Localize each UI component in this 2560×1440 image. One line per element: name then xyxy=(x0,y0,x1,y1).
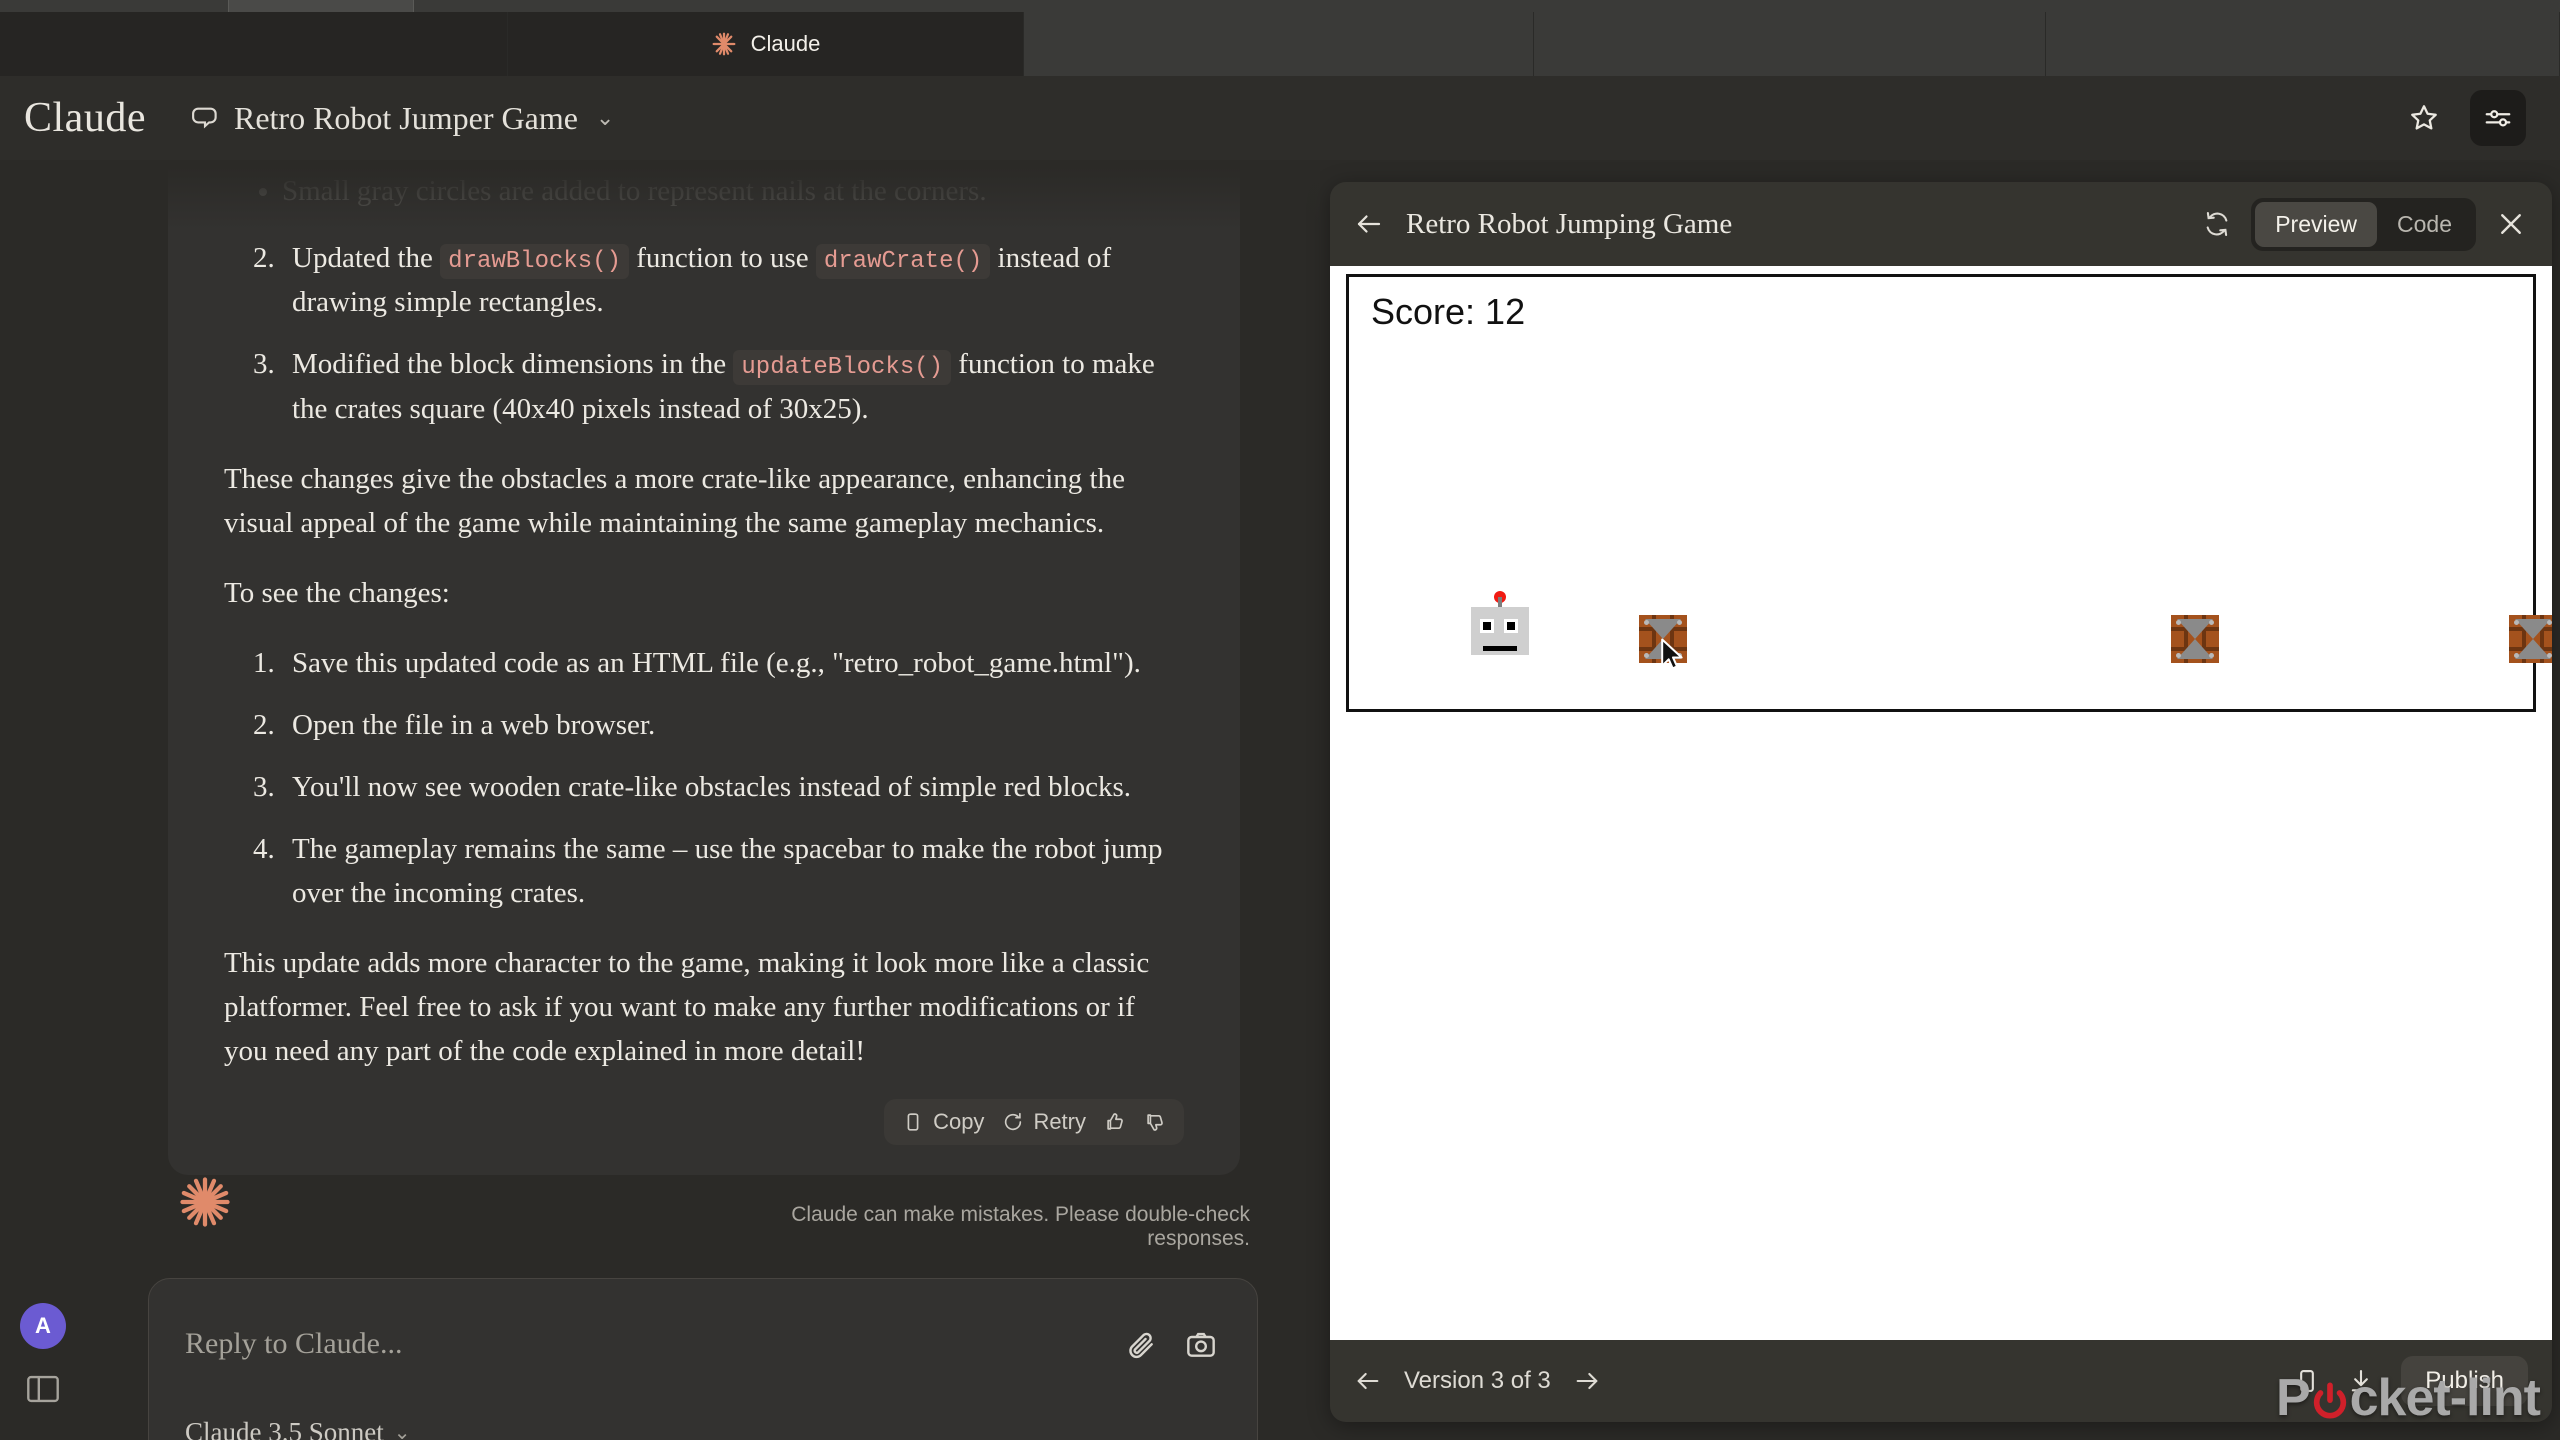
avatar[interactable]: A xyxy=(20,1303,66,1349)
mouse-cursor xyxy=(1660,638,1686,672)
list-item: Save this updated code as an HTML file (… xyxy=(282,641,1184,685)
clipboard-icon xyxy=(902,1111,924,1133)
artifact-panel: Retro Robot Jumping Game Preview Code Sc… xyxy=(1330,182,2552,1422)
browser-tab-1[interactable] xyxy=(0,12,508,76)
conversation-title-menu[interactable]: Retro Robot Jumper Game ⌄ xyxy=(190,100,614,137)
artifact-header-actions: Preview Code xyxy=(2203,197,2526,251)
close-icon[interactable] xyxy=(2496,209,2526,239)
crate-obstacle xyxy=(2171,615,2219,663)
chat-bubble-icon xyxy=(190,103,220,133)
arrow-right-icon[interactable] xyxy=(1573,1367,1601,1395)
model-name: Claude 3.5 Sonnet xyxy=(185,1417,384,1440)
inline-code: drawBlocks() xyxy=(440,243,629,279)
watermark-part2: cket-lint xyxy=(2349,1369,2541,1427)
artifact-preview-body: Score: 12 xyxy=(1330,266,2552,1340)
list-item: Modified the block dimensions in the upd… xyxy=(282,342,1184,431)
retry-label: Retry xyxy=(1033,1109,1086,1135)
chevron-down-icon: ⌄ xyxy=(393,1422,411,1440)
power-symbol-icon xyxy=(2310,1375,2350,1421)
arrow-left-icon[interactable] xyxy=(1354,1367,1382,1395)
browser-tab-claude-label: Claude xyxy=(750,31,821,56)
score-label: Score: 12 xyxy=(1371,291,1526,332)
view-mode-toggle: Preview Code xyxy=(2251,197,2476,251)
robot-eye-right xyxy=(1504,619,1518,633)
list-item: The gameplay remains the same – use the … xyxy=(282,827,1184,915)
tab-code[interactable]: Code xyxy=(2377,202,2472,247)
sliders-icon[interactable] xyxy=(2470,90,2526,146)
item-mid-text: function to use xyxy=(629,241,816,274)
inline-code: updateBlocks() xyxy=(733,350,952,386)
model-selector[interactable]: Claude 3.5 Sonnet ⌄ xyxy=(185,1417,411,1440)
artifact-header: Retro Robot Jumping Game Preview Code xyxy=(1330,182,2552,266)
version-label: Version 3 of 3 xyxy=(1404,1367,1551,1394)
chevron-down-icon: ⌄ xyxy=(595,105,615,130)
assistant-message-card: Small gray circles are added to represen… xyxy=(168,160,1240,1176)
thumbs-up-icon[interactable] xyxy=(1104,1111,1126,1133)
browser-tab-5[interactable] xyxy=(2046,12,2560,76)
robot-mouth xyxy=(1483,646,1517,651)
pocketlint-watermark: P cket-lint xyxy=(2275,1368,2541,1428)
claude-wordmark: Claude xyxy=(24,95,146,141)
crate-obstacle xyxy=(2509,615,2552,663)
conversation-title-text: Retro Robot Jumper Game xyxy=(233,99,578,136)
browser-tab-3[interactable] xyxy=(1024,12,1534,76)
back-arrow-icon[interactable] xyxy=(1354,209,1384,239)
tab-preview[interactable]: Preview xyxy=(2255,201,2378,247)
faded-bullet-item: Small gray circles are added to represen… xyxy=(282,170,1184,214)
list-item: You'll now see wooden crate-like obstacl… xyxy=(282,765,1184,809)
header-actions xyxy=(2396,90,2526,146)
item-pre-text: Modified the block dimensions in the xyxy=(292,348,734,381)
disclaimer-text: Claude can make mistakes. Please double-… xyxy=(791,1203,1250,1250)
copy-label: Copy xyxy=(933,1109,985,1135)
claude-app-window: Claude Claude Retro Robot Jumper Game ⌄ xyxy=(0,0,2560,1440)
faded-bullet-list: Small gray circles are added to represen… xyxy=(224,170,1184,214)
browser-tab-4[interactable] xyxy=(1534,12,2046,76)
paperclip-icon[interactable] xyxy=(1125,1329,1157,1361)
paragraph-to-see: To see the changes: xyxy=(224,576,450,609)
watermark-part1: P xyxy=(2275,1369,2311,1427)
changes-list: Updated the drawBlocks() function to use… xyxy=(224,236,1184,431)
thumbs-down-icon[interactable] xyxy=(1144,1111,1166,1133)
retry-button[interactable]: Retry xyxy=(1002,1109,1086,1135)
composer-placeholder[interactable]: Reply to Claude... xyxy=(185,1327,402,1361)
list-item: Updated the drawBlocks() function to use… xyxy=(282,236,1184,325)
sidebar-toggle-icon[interactable] xyxy=(26,1375,60,1403)
tab-strip: Claude xyxy=(0,12,2560,76)
message-composer[interactable]: Reply to Claude... Claude 3.5 Sonnet ⌄ xyxy=(148,1278,1258,1440)
copy-button[interactable]: Copy xyxy=(902,1109,984,1135)
steps-list: Save this updated code as an HTML file (… xyxy=(224,641,1184,915)
version-nav: Version 3 of 3 xyxy=(1354,1367,1601,1395)
item-pre-text: Updated the xyxy=(292,241,441,274)
composer-icons xyxy=(1125,1329,1217,1361)
paragraph-summary: These changes give the obstacles a more … xyxy=(224,462,1125,539)
inline-code: drawCrate() xyxy=(815,243,991,279)
star-icon[interactable] xyxy=(2396,90,2452,146)
claude-spark-icon xyxy=(178,1175,232,1229)
camera-icon[interactable] xyxy=(1185,1329,1217,1361)
app-header: Claude Retro Robot Jumper Game ⌄ xyxy=(0,76,2560,160)
list-item: Open the file in a web browser. xyxy=(282,703,1184,747)
robot-eye-left xyxy=(1480,619,1494,633)
browser-tab-claude[interactable]: Claude xyxy=(508,12,1024,76)
refresh-icon xyxy=(1002,1111,1024,1133)
game-canvas[interactable]: Score: 12 xyxy=(1346,274,2552,712)
refresh-icon[interactable] xyxy=(2203,210,2231,238)
claude-star-icon xyxy=(711,31,737,57)
paragraph-closing: This update adds more character to the g… xyxy=(224,947,1150,1068)
artifact-title: Retro Robot Jumping Game xyxy=(1406,207,1733,240)
browser-chrome: Claude xyxy=(0,0,2560,76)
message-action-bar: Copy Retry xyxy=(884,1099,1184,1146)
robot-sprite xyxy=(1471,591,1529,655)
